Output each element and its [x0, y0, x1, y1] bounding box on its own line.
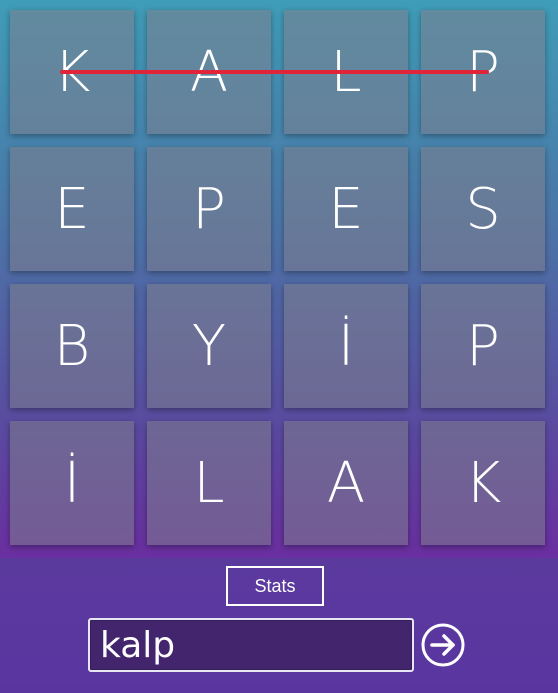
- tile-r4-c2[interactable]: L: [147, 421, 271, 545]
- tile-r2-c4[interactable]: S: [421, 147, 545, 271]
- tile-r2-c1[interactable]: E: [10, 147, 134, 271]
- tile-r3-c3[interactable]: İ: [284, 284, 408, 408]
- tile-r3-c2[interactable]: Y: [147, 284, 271, 408]
- tile-r3-c1[interactable]: B: [10, 284, 134, 408]
- tile-r2-c2[interactable]: P: [147, 147, 271, 271]
- tile-r1-c2[interactable]: A: [147, 10, 271, 134]
- stats-button[interactable]: Stats: [226, 566, 324, 606]
- word-input[interactable]: [88, 618, 414, 672]
- tile-r1-c3[interactable]: L: [284, 10, 408, 134]
- tile-r4-c1[interactable]: İ: [10, 421, 134, 545]
- arrow-right-circle-icon[interactable]: [420, 622, 466, 668]
- tile-r1-c1[interactable]: K: [10, 10, 134, 134]
- tile-r4-c4[interactable]: K: [421, 421, 545, 545]
- game-board: K A L P E P E S B Y İ P İ L A K: [0, 0, 558, 558]
- tile-r2-c3[interactable]: E: [284, 147, 408, 271]
- tile-r1-c4[interactable]: P: [421, 10, 545, 134]
- tile-r3-c4[interactable]: P: [421, 284, 545, 408]
- tile-r4-c3[interactable]: A: [284, 421, 408, 545]
